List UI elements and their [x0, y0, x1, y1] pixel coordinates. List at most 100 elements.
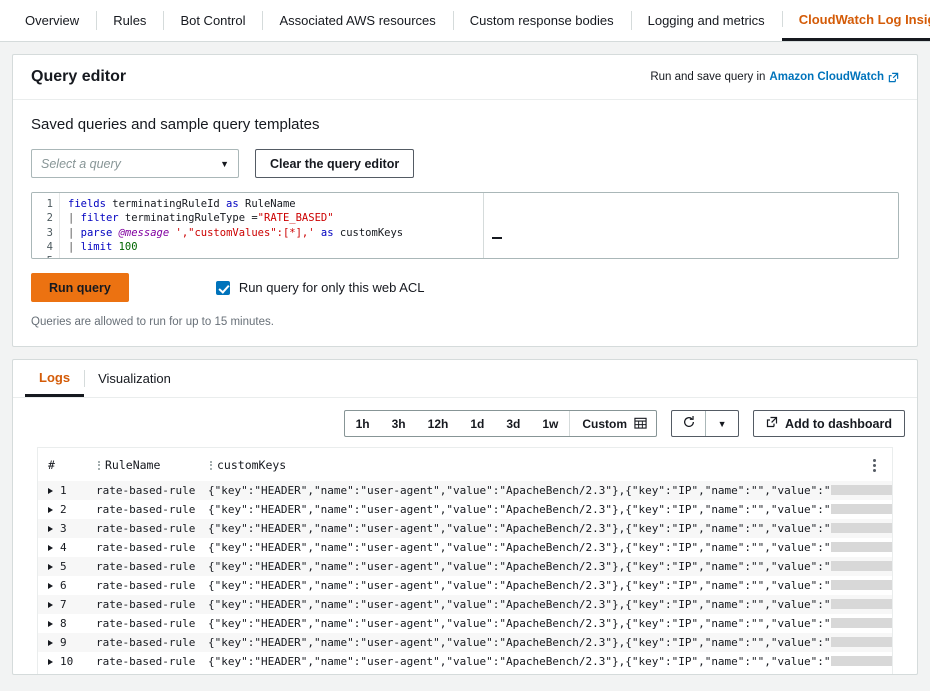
- column-header-label: RuleName: [105, 458, 160, 472]
- results-tab-logs[interactable]: Logs: [25, 360, 84, 397]
- expand-row-icon[interactable]: [48, 545, 53, 551]
- rule-name-cell: rate-based-rule: [96, 576, 208, 595]
- results-table-body: 1rate-based-rule{"key":"HEADER","name":"…: [38, 481, 892, 671]
- redacted-value: [831, 523, 893, 533]
- custom-keys-cell: {"key":"HEADER","name":"user-agent","val…: [208, 633, 892, 652]
- time-range-1h[interactable]: 1h: [345, 411, 381, 436]
- row-index-cell: 7: [38, 595, 96, 614]
- rule-name-cell: rate-based-rule: [96, 557, 208, 576]
- expand-row-icon[interactable]: [48, 564, 53, 570]
- table-row[interactable]: 1rate-based-rule{"key":"HEADER","name":"…: [38, 481, 892, 500]
- line-number: 1: [32, 197, 59, 211]
- tab-custom-response-bodies[interactable]: Custom response bodies: [453, 0, 631, 41]
- table-row[interactable]: 6rate-based-rule{"key":"HEADER","name":"…: [38, 576, 892, 595]
- expand-row-icon[interactable]: [48, 621, 53, 627]
- rule-name-cell: rate-based-rule: [96, 481, 208, 500]
- tab-label: Custom response bodies: [470, 13, 614, 28]
- column-drag-handle-icon[interactable]: [210, 461, 212, 470]
- custom-keys-text: {"key":"HEADER","name":"user-agent","val…: [208, 579, 831, 592]
- table-row[interactable]: 2rate-based-rule{"key":"HEADER","name":"…: [38, 500, 892, 519]
- line-number: 2: [32, 211, 59, 225]
- time-range-custom[interactable]: Custom: [569, 411, 656, 436]
- amazon-cloudwatch-link[interactable]: Amazon CloudWatch: [769, 71, 884, 83]
- redacted-value: [831, 504, 893, 514]
- editor-resize-handle[interactable]: [492, 237, 502, 239]
- redacted-value: [831, 599, 893, 609]
- web-acl-only-checkbox-wrapper[interactable]: Run query for only this web ACL: [216, 280, 425, 295]
- table-row[interactable]: 8rate-based-rule{"key":"HEADER","name":"…: [38, 614, 892, 633]
- table-row[interactable]: 7rate-based-rule{"key":"HEADER","name":"…: [38, 595, 892, 614]
- redacted-value: [831, 637, 893, 647]
- time-range-12h[interactable]: 12h: [417, 411, 460, 436]
- table-row[interactable]: 5 rate-based-rule{"key":"HEADER","name":"…: [38, 557, 892, 576]
- tab-label: CloudWatch Log Insights: [799, 12, 930, 27]
- expand-row-icon[interactable]: [48, 507, 53, 513]
- column-drag-handle-icon[interactable]: [98, 461, 100, 470]
- run-query-button[interactable]: Run query: [31, 273, 129, 302]
- custom-keys-text: {"key":"HEADER","name":"user-agent","val…: [208, 655, 831, 668]
- custom-keys-cell: {"key":"HEADER","name":"user-agent","val…: [208, 557, 892, 576]
- log-results-table: #RuleNamecustomKeys 1rate-based-rule{"ke…: [38, 448, 892, 671]
- expand-row-icon[interactable]: [48, 488, 53, 494]
- editor-line-numbers: 12345: [32, 193, 60, 258]
- expand-row-icon[interactable]: [48, 583, 53, 589]
- rule-name-cell: rate-based-rule: [96, 614, 208, 633]
- tab-rules[interactable]: Rules: [96, 0, 163, 41]
- tab-overview[interactable]: Overview: [8, 0, 96, 41]
- tab-label: Bot Control: [180, 13, 245, 28]
- time-range-1w[interactable]: 1w: [531, 411, 569, 436]
- expand-row-icon[interactable]: [48, 602, 53, 608]
- column-header-index[interactable]: #: [38, 448, 96, 481]
- row-index-cell: 9: [38, 633, 96, 652]
- custom-keys-cell: {"key":"HEADER","name":"user-agent","val…: [208, 538, 892, 557]
- redacted-value: [831, 485, 893, 495]
- table-row[interactable]: 10rate-based-rule{"key":"HEADER","name":…: [38, 652, 892, 671]
- redacted-value: [831, 618, 893, 628]
- time-range-3d[interactable]: 3d: [495, 411, 531, 436]
- row-index: 5: [60, 560, 67, 573]
- web-acl-only-checkbox[interactable]: [216, 281, 230, 295]
- table-options-menu-icon[interactable]: [866, 456, 882, 474]
- query-editor-header: Query editor Run and save query in Amazo…: [13, 55, 917, 100]
- query-code-editor[interactable]: 12345 fields terminatingRuleId as RuleNa…: [31, 192, 899, 259]
- code-token: limit: [81, 241, 113, 253]
- custom-keys-text: {"key":"HEADER","name":"user-agent","val…: [208, 598, 831, 611]
- expand-row-icon[interactable]: [48, 526, 53, 532]
- row-index-cell: 3: [38, 519, 96, 538]
- tab-bot-control[interactable]: Bot Control: [163, 0, 262, 41]
- calendar-icon: [634, 416, 647, 432]
- expand-row-icon[interactable]: [48, 659, 53, 665]
- results-tab-visualization[interactable]: Visualization: [84, 360, 185, 397]
- time-range-3h[interactable]: 3h: [381, 411, 417, 436]
- clear-query-editor-button[interactable]: Clear the query editor: [255, 149, 414, 178]
- refresh-button[interactable]: [672, 411, 705, 436]
- code-token: as: [321, 227, 334, 239]
- code-token: as: [226, 198, 239, 210]
- table-row[interactable]: 9rate-based-rule{"key":"HEADER","name":"…: [38, 633, 892, 652]
- code-line: | filter terminatingRuleType ="RATE_BASE…: [68, 211, 483, 225]
- results-table-head: # RuleName customKeys: [38, 448, 892, 481]
- editor-code-area[interactable]: fields terminatingRuleId as RuleName| fi…: [60, 193, 484, 258]
- row-index-cell: 10: [38, 652, 96, 671]
- time-range-1d[interactable]: 1d: [459, 411, 495, 436]
- saved-query-select[interactable]: Select a query ▼: [31, 149, 239, 178]
- expand-row-icon[interactable]: [48, 640, 53, 646]
- code-token: 100: [119, 241, 138, 253]
- rule-name-cell: rate-based-rule: [96, 652, 208, 671]
- redacted-value: [831, 542, 893, 552]
- run-and-save-note: Run and save query in Amazon CloudWatch: [650, 71, 899, 83]
- row-index-cell: 4: [38, 538, 96, 557]
- column-header-customKeys[interactable]: customKeys: [208, 448, 892, 481]
- row-index: 1: [60, 484, 67, 497]
- add-to-dashboard-button[interactable]: Add to dashboard: [753, 410, 905, 437]
- rule-name-cell: rate-based-rule: [96, 538, 208, 557]
- tab-cloudwatch-log-insights[interactable]: CloudWatch Log InsightsNew: [782, 0, 930, 41]
- tab-associated-aws-resources[interactable]: Associated AWS resources: [262, 0, 452, 41]
- redacted-value: [831, 561, 893, 571]
- column-header-RuleName[interactable]: RuleName: [96, 448, 208, 481]
- tab-logging-and-metrics[interactable]: Logging and metrics: [631, 0, 782, 41]
- table-header-row: # RuleName customKeys: [38, 448, 892, 481]
- table-row[interactable]: 3rate-based-rule{"key":"HEADER","name":"…: [38, 519, 892, 538]
- table-row[interactable]: 4rate-based-rule{"key":"HEADER","name":"…: [38, 538, 892, 557]
- refresh-options-button[interactable]: ▼: [705, 411, 738, 436]
